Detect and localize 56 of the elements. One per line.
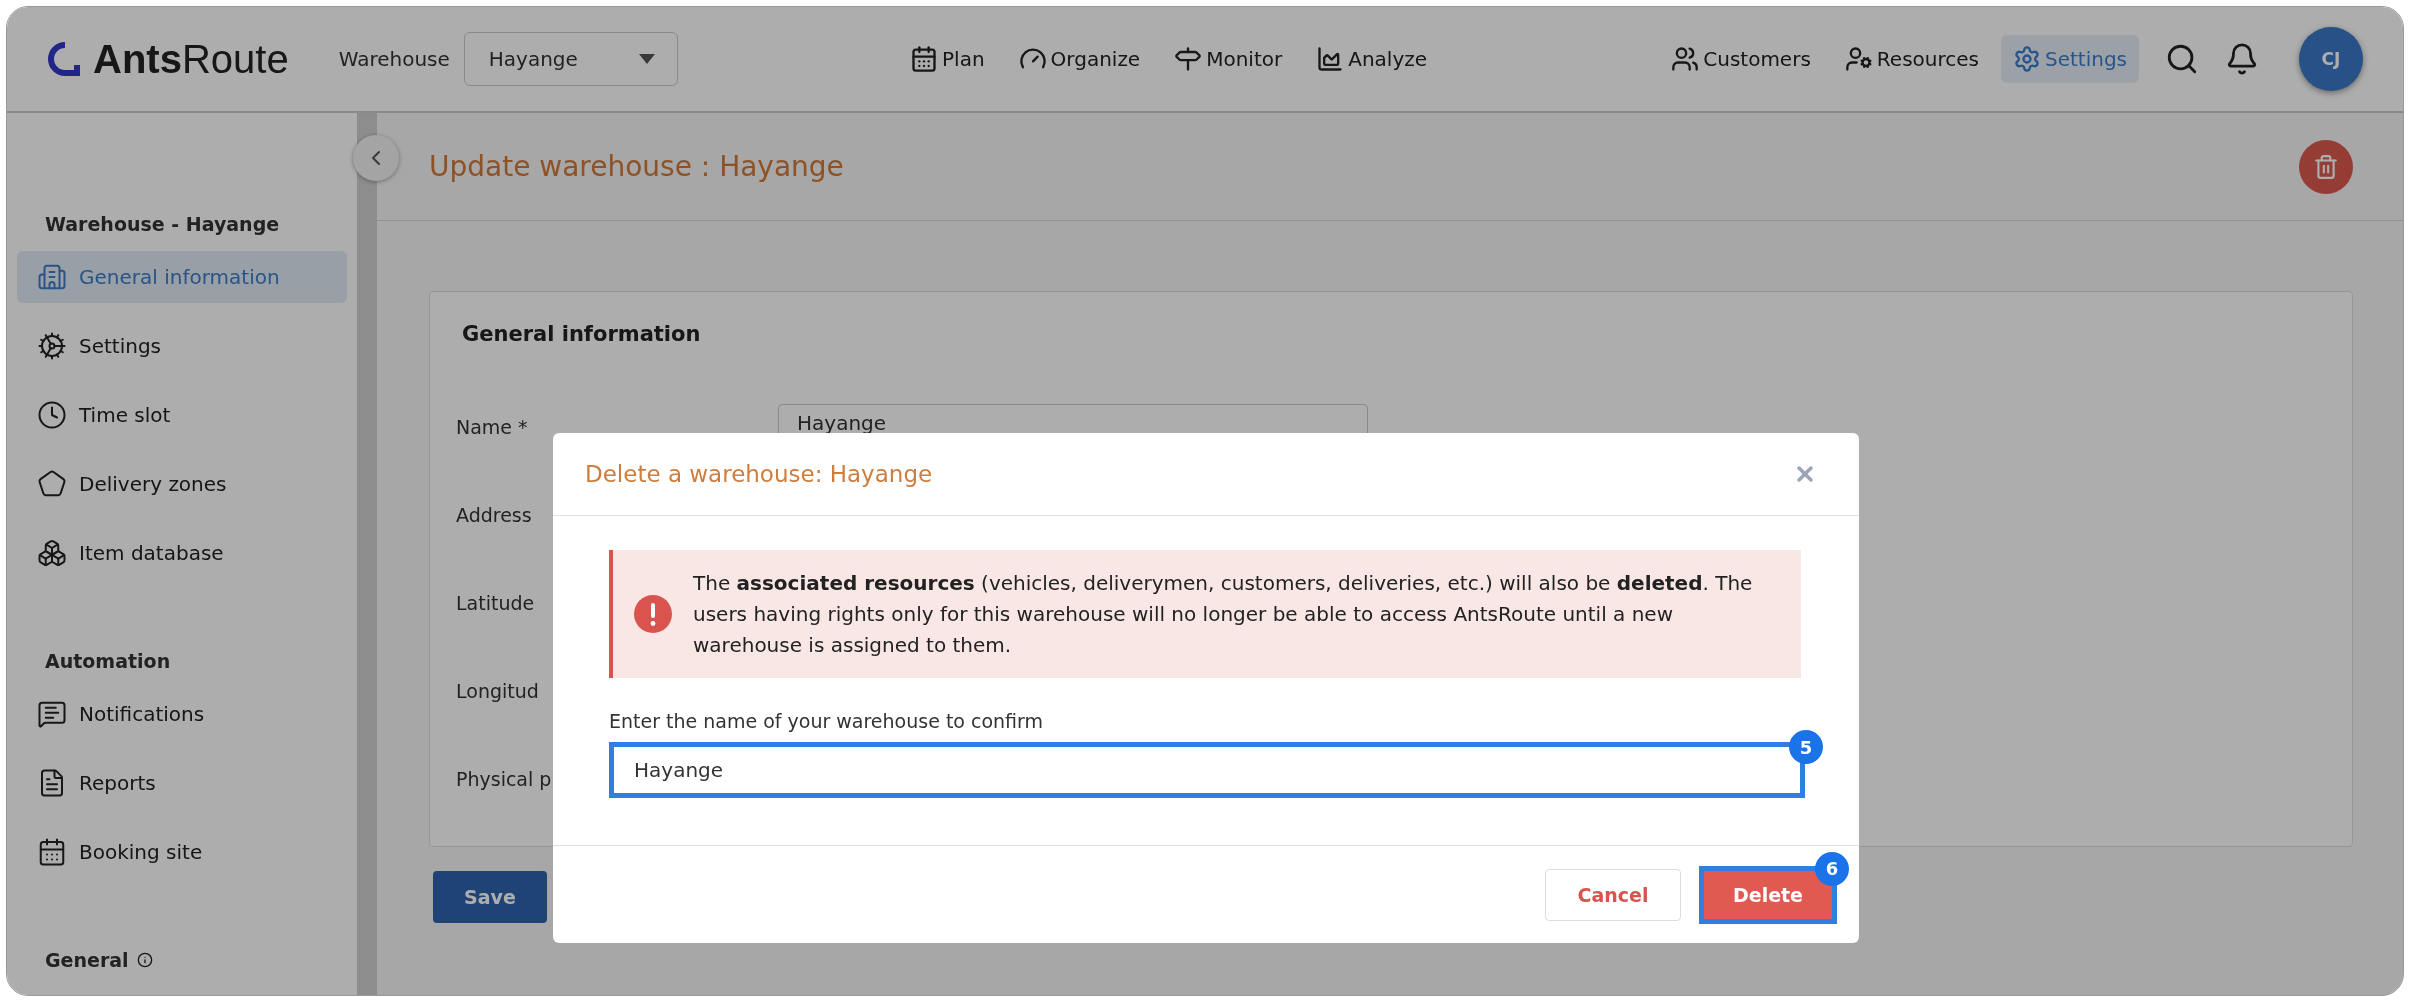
pentagon-icon [37,469,67,499]
caret-icon [638,54,655,64]
sidebar-heading: Warehouse - Hayange [45,213,280,235]
delete-warehouse-button[interactable] [2299,139,2353,194]
nav-link[interactable]: Customers [1659,35,1823,83]
search-icon[interactable] [2165,42,2199,76]
scrollbar[interactable] [357,113,377,995]
page-title: Update warehouse : Hayange [429,150,844,183]
confirm-label: Enter the name of your warehouse to confirm [609,710,1045,732]
warehouse-select[interactable]: Hayange [463,32,678,86]
sidebar-item[interactable]: Time slot [17,389,347,441]
nav-link[interactable]: Organize [1006,35,1153,83]
bell-icon[interactable] [2225,42,2259,76]
boxes-icon [37,538,67,568]
field-label: Longitud [456,679,539,702]
gear-icon [37,331,67,361]
dialog-title: Delete a warehouse: Hayange [585,461,933,487]
calendar-icon [910,45,938,73]
field-label: Address [456,503,532,526]
nav-link[interactable]: Monitor [1162,35,1295,83]
building-icon [37,262,67,292]
sidebar-item[interactable]: Delivery zones [17,458,347,510]
sidebar-item[interactable]: Item database [17,527,347,579]
sidebar-item[interactable]: Reports [17,757,347,809]
sidebar-item[interactable]: Notifications [17,688,347,740]
field-label: Name * [456,415,528,438]
logo-text: AntsRoute [93,36,289,82]
users-icon [1671,45,1700,73]
user-avatar[interactable]: CJ [2299,27,2363,91]
card-title: General information [462,322,702,346]
nav-link[interactable]: Analyze [1304,35,1440,83]
nav-link[interactable]: Resources [1832,35,1991,83]
sidebar-heading: General [45,949,129,971]
save-button[interactable]: Save [433,871,547,923]
warehouse-label: Warehouse [338,47,450,71]
area-chart-icon [1316,45,1345,73]
collapse-button[interactable] [353,135,399,181]
logo-icon [47,41,83,77]
step-badge: 6 [1815,851,1849,886]
sidebar-item[interactable]: Settings [17,320,347,372]
field-label: Latitude [456,591,535,614]
cancel-button[interactable]: Cancel [1545,868,1681,921]
user-gear-icon [1844,45,1873,73]
warning-text: The associated resources (vehicles, deliverymen, customers, deliveries, etc.) will also be deleted. The users having rights only for this warehouse will no longer be able to access AntsRoute until a new warehouse is assigned to them. [693,569,1754,659]
sidebar-heading: Automation [45,650,171,672]
trash-icon [2313,153,2339,180]
nav-link[interactable]: Plan [898,35,997,83]
clock-icon [37,400,67,430]
message-icon [37,699,67,729]
sidebar-item[interactable]: Booking site [17,826,347,878]
settings-icon [2012,45,2041,73]
signpost-icon [1174,45,1203,73]
calendar-icon [37,837,67,867]
field-label: Physical p [456,767,552,790]
step-badge: 5 [1789,730,1823,764]
warning-icon [633,594,673,634]
